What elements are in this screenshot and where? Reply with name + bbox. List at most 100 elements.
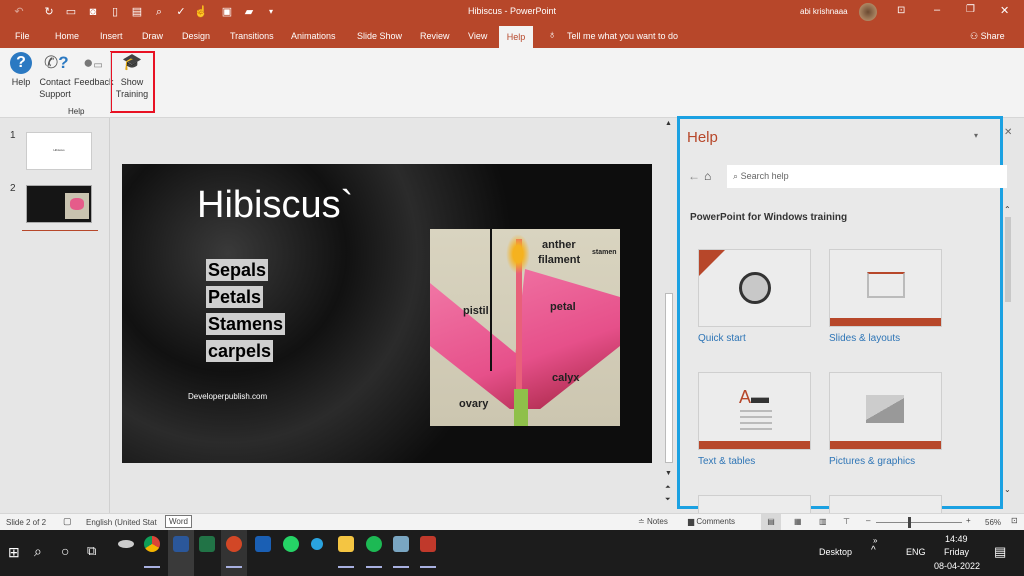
uipath-icon[interactable] [255, 536, 271, 552]
tab-draw[interactable]: Draw [142, 31, 163, 41]
help-scrollbar[interactable]: ⌃ ⌄ [1004, 205, 1014, 505]
clock-time[interactable]: 14:49 [945, 534, 968, 544]
feedback-button[interactable]: ●▭ Feedback [74, 52, 114, 88]
spotify-icon[interactable] [366, 536, 382, 552]
tab-home[interactable]: Home [55, 31, 79, 41]
tab-review[interactable]: Review [420, 31, 450, 41]
slide-canvas[interactable]: Hibiscus` Sepals Petals Stamens carpels … [122, 164, 652, 463]
app-icon[interactable] [420, 536, 436, 552]
scroll-up-icon[interactable]: ▲ [665, 120, 672, 127]
card-pictures-graphics[interactable] [829, 372, 942, 450]
tab-transitions[interactable]: Transitions [230, 31, 274, 41]
overflow-icon[interactable]: » [873, 536, 877, 545]
bullet-item[interactable]: Petals [206, 286, 264, 308]
windows-start-icon[interactable]: ⊞ [8, 544, 20, 561]
avatar[interactable] [859, 3, 877, 21]
word-icon[interactable] [173, 536, 189, 552]
home-icon[interactable]: ⌂ [704, 169, 711, 183]
card-label[interactable]: Quick start [698, 333, 746, 344]
bullet-item[interactable]: carpels [206, 340, 274, 362]
minimize-button[interactable]: – [934, 4, 940, 16]
fit-to-window-icon[interactable]: ⊡ [1011, 516, 1018, 525]
user-name[interactable]: abi krishnaaa [800, 7, 848, 16]
tab-file[interactable]: File [15, 31, 30, 41]
telegram-icon[interactable] [311, 538, 323, 550]
share-button[interactable]: ⚇ Share [970, 31, 1005, 42]
bullet-item[interactable]: Sepals [206, 259, 269, 281]
tab-design[interactable]: Design [182, 31, 210, 41]
card-quick-start[interactable] [698, 249, 811, 327]
tell-me-search[interactable]: Tell me what you want to do [567, 31, 678, 41]
scroll-thumb[interactable] [1005, 217, 1011, 302]
slide-thumbnail-1[interactable]: Hibiscus [26, 132, 92, 170]
ribbon-display-icon[interactable]: ⊡ [897, 5, 905, 16]
tab-animations[interactable]: Animations [291, 31, 336, 41]
task-view-icon[interactable]: ⧉ [87, 543, 96, 559]
search-placeholder: Search help [740, 171, 789, 181]
tab-insert[interactable]: Insert [100, 31, 123, 41]
app-icon[interactable] [118, 540, 134, 548]
next-slide-icon[interactable]: ⏷ [665, 496, 671, 504]
bullet-item[interactable]: Stamens [206, 313, 286, 335]
help-button[interactable]: ? Help [6, 52, 36, 88]
pane-options-icon[interactable]: ▾ [974, 131, 978, 140]
card-text-tables[interactable]: A▬ [698, 372, 811, 450]
card-partial[interactable] [829, 495, 942, 515]
desktop-toolbar[interactable]: Desktop [819, 547, 852, 557]
label-pistil: pistil [463, 305, 489, 317]
language-indicator[interactable]: English (United Stat [86, 518, 157, 527]
spell-check-icon[interactable]: ▢ [63, 516, 72, 527]
search-help-input[interactable]: ⌕ Search help [727, 165, 1007, 188]
language-indicator[interactable]: ENG [906, 547, 926, 557]
slide-footer[interactable]: Developerpublish.com [188, 392, 267, 401]
reading-view-icon[interactable]: ▥ [819, 517, 827, 526]
clock-day[interactable]: Friday [944, 547, 969, 557]
tab-view[interactable]: View [468, 31, 487, 41]
show-training-button[interactable]: 🎓 Show Training [113, 52, 151, 100]
normal-view-icon[interactable]: ▤ [761, 514, 781, 530]
whatsapp-icon[interactable] [283, 536, 299, 552]
back-arrow-icon[interactable]: ← [688, 169, 700, 183]
zoom-slider[interactable] [876, 522, 962, 523]
card-bar [830, 318, 941, 326]
scroll-up-icon[interactable]: ⌃ [1004, 205, 1011, 214]
previous-slide-icon[interactable]: ⏶ [665, 484, 671, 492]
file-explorer-icon[interactable] [338, 536, 354, 552]
excel-icon[interactable] [199, 536, 215, 552]
chrome-icon[interactable] [144, 536, 160, 552]
close-pane-icon[interactable]: ✕ [1004, 127, 1012, 138]
close-button[interactable]: ✕ [1000, 4, 1009, 17]
tab-help[interactable]: Help [499, 26, 533, 48]
slide-show-icon[interactable]: ⊤ [843, 517, 850, 526]
tooltip: Word [165, 515, 192, 528]
card-slides-layouts[interactable] [829, 249, 942, 327]
notes-button[interactable]: ≐ Notes [638, 517, 668, 526]
editor-scrollbar[interactable]: ▲ ▼ ⏶ ⏷ [662, 118, 676, 513]
slide-thumbnail-2[interactable] [26, 185, 92, 223]
notifications-icon[interactable]: ▤ [994, 544, 1006, 560]
scroll-thumb[interactable] [665, 293, 673, 463]
comments-button[interactable]: ▆ Comments [688, 517, 735, 526]
zoom-slider-thumb[interactable] [908, 517, 911, 528]
card-label[interactable]: Pictures & graphics [829, 456, 915, 467]
slide-title[interactable]: Hibiscus` [197, 184, 353, 227]
show-hidden-icons[interactable]: ^ [871, 545, 876, 556]
restore-button[interactable]: ❐ [966, 4, 975, 15]
contact-support-button[interactable]: ✆? Contact Support [38, 52, 72, 100]
tab-slide-show[interactable]: Slide Show [357, 31, 402, 41]
card-label[interactable]: Text & tables [698, 456, 755, 467]
slide-sorter-icon[interactable]: ▦ [794, 517, 802, 526]
scroll-down-icon[interactable]: ⌄ [1004, 485, 1011, 494]
card-label[interactable]: Slides & layouts [829, 333, 900, 344]
zoom-in-button[interactable]: + [966, 516, 971, 525]
powerpoint-icon[interactable] [226, 536, 242, 552]
paint-icon[interactable] [393, 536, 409, 552]
search-icon[interactable]: ⌕ [34, 543, 42, 560]
clock-date[interactable]: 08-04-2022 [934, 561, 980, 571]
hibiscus-diagram-image[interactable]: anther filament stamen pistil petal caly… [430, 229, 620, 426]
cortana-icon[interactable]: ○ [61, 543, 69, 559]
card-partial[interactable] [698, 495, 811, 515]
scroll-down-icon[interactable]: ▼ [665, 470, 672, 477]
zoom-level[interactable]: 56% [985, 518, 1001, 527]
zoom-out-button[interactable]: – [866, 516, 870, 525]
